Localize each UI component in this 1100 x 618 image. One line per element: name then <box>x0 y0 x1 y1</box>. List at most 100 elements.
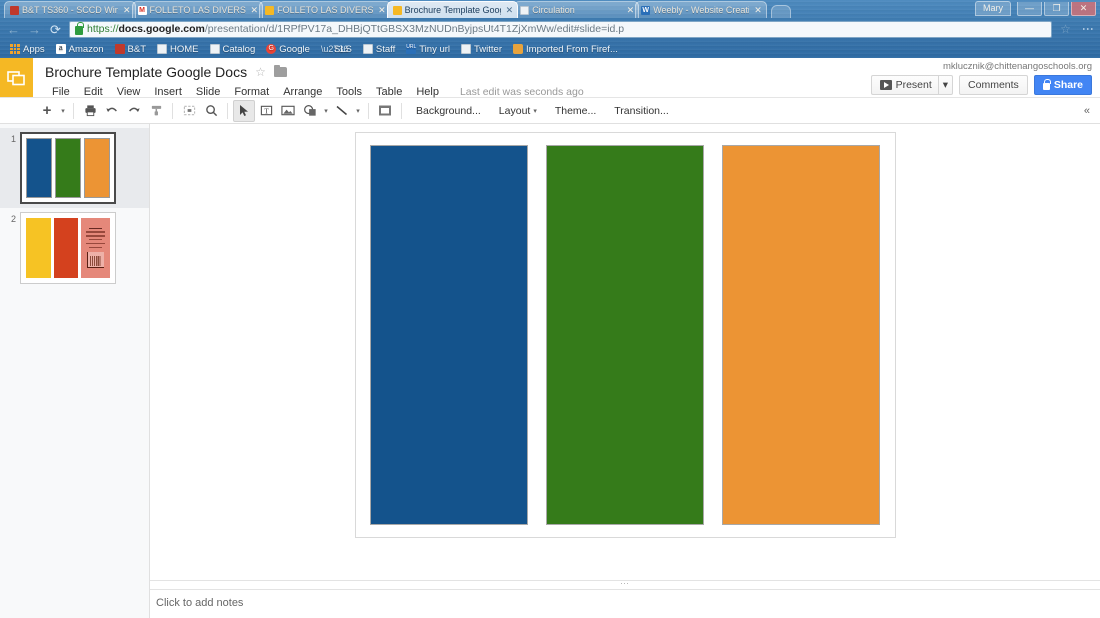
line-icon[interactable] <box>331 100 353 122</box>
comments-button[interactable]: Comments <box>959 75 1028 95</box>
browser-tab[interactable]: FOLLETO LAS DIVERSIONE ✕ <box>259 1 391 18</box>
green-panel[interactable] <box>546 145 704 525</box>
google-slides-icon[interactable] <box>0 58 33 97</box>
bookmark-label: HOME <box>170 44 199 55</box>
chrome-menu-icon[interactable]: ⋮ <box>1079 22 1094 37</box>
window-user-chip[interactable]: Mary <box>975 1 1011 16</box>
bookmark-home[interactable]: HOME <box>153 43 203 56</box>
tab-close-icon[interactable]: ✕ <box>123 6 131 15</box>
bookmark-star-icon[interactable]: ☆ <box>1058 22 1073 37</box>
bookmark-bt[interactable]: B&T <box>111 43 150 56</box>
bookmark-sls[interactable]: \u2736 SLS <box>317 43 356 56</box>
insert-image-icon[interactable] <box>277 100 299 122</box>
browser-tab[interactable]: M FOLLETO LAS DIVERSIONE ✕ <box>132 1 264 18</box>
bookmark-staff[interactable]: Staff <box>359 43 399 56</box>
layout-icon[interactable] <box>374 100 396 122</box>
bookmark-label: Google <box>279 44 310 55</box>
tab-close-icon[interactable]: ✕ <box>627 6 635 15</box>
bookmark-tinyurl[interactable]: URL Tiny url <box>402 43 454 56</box>
browser-tab[interactable]: W Weebly - Website Creatio ✕ <box>635 1 767 18</box>
slide-filmstrip[interactable]: 1 2 <box>0 124 150 618</box>
text-box-icon[interactable]: T <box>255 100 277 122</box>
browser-tab-active[interactable]: Brochure Template Goog ✕ <box>387 1 519 18</box>
zoom-icon[interactable] <box>200 100 222 122</box>
share-label: Share <box>1054 79 1083 91</box>
toolbar-divider <box>227 103 228 119</box>
browser-tab[interactable]: Circulation ✕ <box>514 1 639 18</box>
minimize-button[interactable]: — <box>1017 2 1042 16</box>
shape-caret-icon[interactable]: ▾ <box>321 107 331 115</box>
last-edit-status[interactable]: Last edit was seconds ago <box>446 86 584 98</box>
star-doc-icon[interactable]: ☆ <box>255 65 266 79</box>
speaker-notes-pane[interactable]: Click to add notes <box>150 589 1100 618</box>
bookmark-label: Twitter <box>474 44 502 55</box>
layout-button[interactable]: Layout ▾ <box>490 100 546 122</box>
menu-view[interactable]: View <box>110 83 148 101</box>
thumbnail-slide-1[interactable]: 1 <box>0 128 149 208</box>
menu-file[interactable]: File <box>45 83 77 101</box>
new-tab-button[interactable] <box>771 5 791 18</box>
print-icon[interactable] <box>79 100 101 122</box>
line-caret-icon[interactable]: ▾ <box>353 107 363 115</box>
menu-help[interactable]: Help <box>409 83 446 101</box>
present-options-button[interactable]: ▾ <box>938 75 953 95</box>
forward-icon[interactable]: → <box>27 22 42 37</box>
present-button[interactable]: Present <box>871 75 938 95</box>
layout-label: Layout <box>499 105 531 117</box>
tab-close-icon[interactable]: ✕ <box>506 6 514 15</box>
menu-slide[interactable]: Slide <box>189 83 227 101</box>
fit-to-window-icon[interactable] <box>178 100 200 122</box>
tab-close-icon[interactable]: ✕ <box>378 6 386 15</box>
account-email[interactable]: mklucznik@chittenangoschools.org <box>871 61 1092 72</box>
thumb-text-line <box>89 239 102 240</box>
theme-button[interactable]: Theme... <box>546 100 605 122</box>
orange-panel[interactable] <box>722 145 880 525</box>
page-title[interactable]: Brochure Template Google Docs <box>45 64 247 80</box>
menu-insert[interactable]: Insert <box>147 83 189 101</box>
menu-tools[interactable]: Tools <box>329 83 369 101</box>
collapse-toolbar-icon[interactable]: « <box>1084 105 1090 117</box>
tab-close-icon[interactable]: ✕ <box>251 6 259 15</box>
blue-panel[interactable] <box>370 145 528 525</box>
header-right: mklucznik@chittenangoschools.org Present… <box>871 61 1092 95</box>
url-text: https://docs.google.com/presentation/d/1… <box>87 23 624 35</box>
google-slides-app: Brochure Template Google Docs ☆ File Edi… <box>0 58 1100 618</box>
select-arrow-icon[interactable] <box>233 100 255 122</box>
redo-icon[interactable] <box>123 100 145 122</box>
gmail-icon: M <box>138 6 147 15</box>
menu-arrange[interactable]: Arrange <box>276 83 329 101</box>
menu-table[interactable]: Table <box>369 83 409 101</box>
thumbnail-slide-2[interactable]: 2 <box>0 208 149 288</box>
new-slide-caret-icon[interactable]: ▾ <box>58 107 68 115</box>
bookmark-apps[interactable]: Apps <box>6 43 49 56</box>
move-to-folder-icon[interactable] <box>274 67 287 77</box>
undo-icon[interactable] <box>101 100 123 122</box>
menu-format[interactable]: Format <box>227 83 276 101</box>
bookmark-google[interactable]: G Google <box>262 43 314 56</box>
restore-button[interactable]: ❐ <box>1044 2 1069 16</box>
close-window-button[interactable]: ✕ <box>1071 2 1096 16</box>
book-icon <box>115 44 125 54</box>
slide-canvas-area[interactable] <box>150 124 1100 618</box>
browser-tab[interactable]: B&T TS360 - SCCD Winter ✕ <box>4 1 136 18</box>
slide-canvas[interactable] <box>355 132 896 538</box>
share-button[interactable]: Share <box>1034 75 1092 95</box>
shape-icon[interactable] <box>299 100 321 122</box>
notes-splitter[interactable]: ⋯ <box>150 580 1100 589</box>
bookmark-catalog[interactable]: Catalog <box>206 43 260 56</box>
bookmark-twitter[interactable]: Twitter <box>457 43 506 56</box>
lock-icon <box>1043 83 1050 90</box>
paint-format-icon[interactable] <box>145 100 167 122</box>
background-button[interactable]: Background... <box>407 100 490 122</box>
tab-close-icon[interactable]: ✕ <box>754 6 762 15</box>
reload-icon[interactable]: ⟳ <box>48 22 63 37</box>
thumb-text-line <box>86 235 105 236</box>
bookmark-amazon[interactable]: a Amazon <box>52 43 108 56</box>
slides-toolbar: + ▾ T ▾ <box>0 98 1100 124</box>
bookmark-imported-folder[interactable]: Imported From Firef... <box>509 43 622 56</box>
address-bar[interactable]: https://docs.google.com/presentation/d/1… <box>69 21 1052 38</box>
back-icon[interactable]: ← <box>6 22 21 37</box>
menu-edit[interactable]: Edit <box>77 83 110 101</box>
new-slide-button[interactable]: + <box>36 100 58 122</box>
transition-button[interactable]: Transition... <box>605 100 677 122</box>
